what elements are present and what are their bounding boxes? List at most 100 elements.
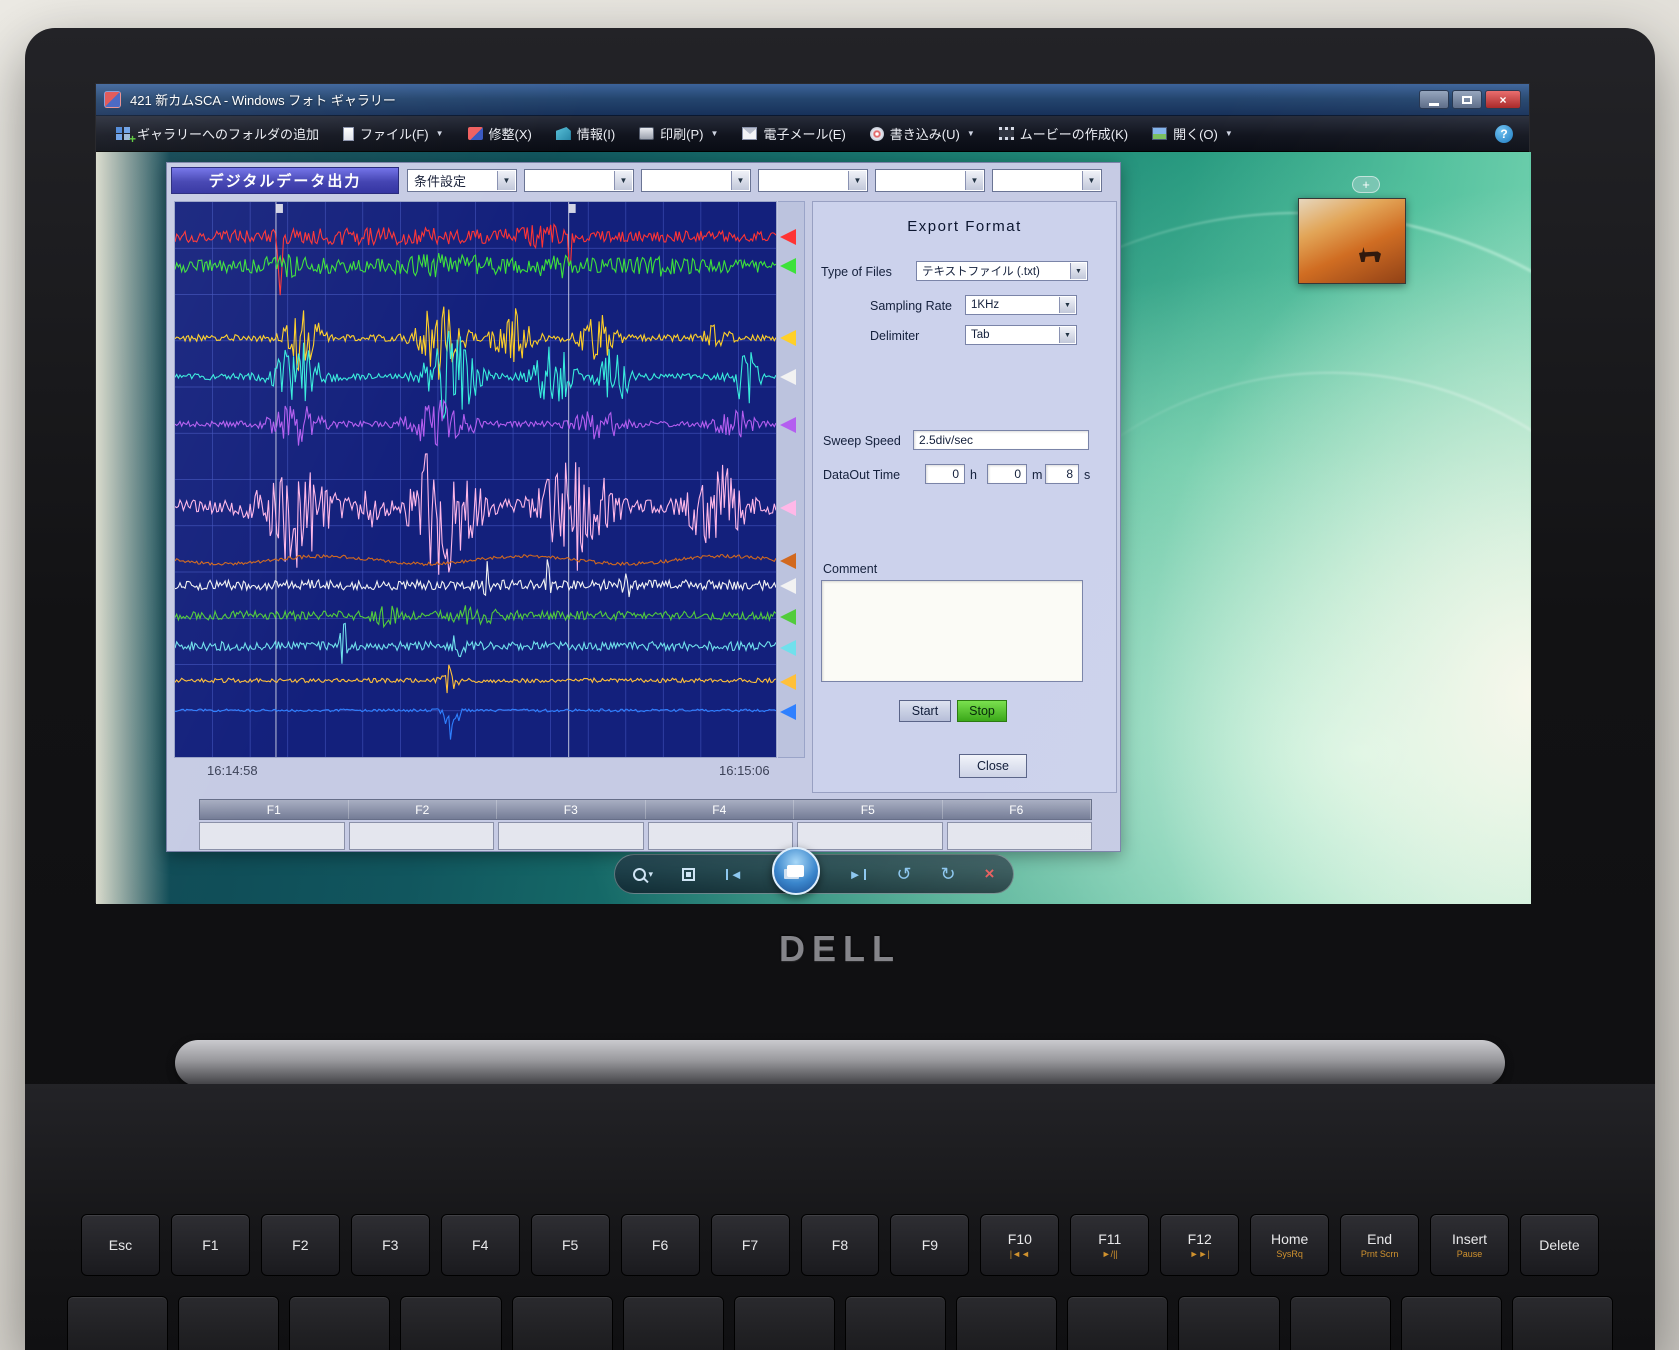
trace-marker[interactable]: [780, 704, 796, 720]
key-f2[interactable]: F2: [261, 1214, 340, 1276]
toolbar-item[interactable]: ファイル(F)▼: [331, 116, 456, 151]
condition-combo[interactable]: 条件設定: [407, 169, 517, 192]
empty-combo[interactable]: [875, 169, 985, 192]
key-partial[interactable]: [178, 1296, 279, 1350]
stop-button[interactable]: Stop: [957, 700, 1007, 722]
trace-marker[interactable]: [780, 609, 796, 625]
trace-marker[interactable]: [780, 674, 796, 690]
fkey-box[interactable]: [947, 822, 1093, 850]
toolbar-item[interactable]: 情報(I): [544, 116, 627, 151]
previous-bar: [726, 869, 728, 880]
key-delete[interactable]: Delete: [1520, 1214, 1599, 1276]
zoom-button[interactable]: ▾: [633, 868, 654, 881]
rotate-right-button[interactable]: ↻: [941, 864, 956, 885]
fkey-box[interactable]: [498, 822, 644, 850]
help-icon[interactable]: ?: [1495, 125, 1513, 143]
key-insert[interactable]: InsertPause: [1430, 1214, 1509, 1276]
toolbar-item-label: 印刷(P): [660, 124, 703, 143]
sampling-rate-label: Sampling Rate: [870, 299, 952, 313]
key-f5[interactable]: F5: [531, 1214, 610, 1276]
fkey-box[interactable]: [648, 822, 794, 850]
trace-marker[interactable]: [780, 640, 796, 656]
key-f1[interactable]: F1: [171, 1214, 250, 1276]
key-f12[interactable]: F12►►|: [1160, 1214, 1239, 1276]
fkey-box[interactable]: [349, 822, 495, 850]
close-button[interactable]: ×: [1485, 90, 1521, 109]
delimiter-select[interactable]: Tab: [965, 325, 1077, 345]
key-partial[interactable]: [289, 1296, 390, 1350]
delete-button[interactable]: ×: [985, 864, 995, 884]
next-button[interactable]: ►: [849, 867, 868, 882]
key-partial[interactable]: [1067, 1296, 1168, 1350]
rotate-left-button[interactable]: ↺: [896, 864, 911, 885]
toolbar-item[interactable]: 印刷(P)▼: [627, 116, 730, 151]
app-title: デジタルデータ出力: [171, 167, 399, 194]
trace-marker[interactable]: [780, 258, 796, 274]
dataout-seconds-input[interactable]: 8: [1045, 464, 1079, 484]
key-f7[interactable]: F7: [711, 1214, 790, 1276]
close-export-button[interactable]: Close: [959, 754, 1027, 778]
key-f4[interactable]: F4: [441, 1214, 520, 1276]
sampling-rate-select[interactable]: 1KHz: [965, 295, 1077, 315]
key-partial[interactable]: [956, 1296, 1057, 1350]
key-partial[interactable]: [1512, 1296, 1613, 1350]
trace-marker[interactable]: [780, 578, 796, 594]
start-time: 16:14:58: [207, 763, 258, 778]
key-home[interactable]: HomeSysRq: [1250, 1214, 1329, 1276]
empty-combo[interactable]: [992, 169, 1102, 192]
trace-marker[interactable]: [780, 500, 796, 516]
start-button[interactable]: Start: [899, 700, 951, 722]
key-partial[interactable]: [512, 1296, 613, 1350]
screen: 421 新カムSCA - Windows フォト ギャラリー × ギャラリーへの…: [95, 83, 1530, 903]
key-end[interactable]: EndPrnt Scrn: [1340, 1214, 1419, 1276]
photo-thumbnail[interactable]: [1298, 198, 1406, 284]
export-format-title: Export Format: [813, 218, 1116, 235]
empty-combo[interactable]: [524, 169, 634, 192]
key-partial[interactable]: [400, 1296, 501, 1350]
trace-marker[interactable]: [780, 417, 796, 433]
key-partial[interactable]: [1178, 1296, 1279, 1350]
key-f9[interactable]: F9: [890, 1214, 969, 1276]
key-partial[interactable]: [1290, 1296, 1391, 1350]
key-partial[interactable]: [734, 1296, 835, 1350]
trace-marker[interactable]: [780, 229, 796, 245]
toolbar-item[interactable]: 書き込み(U)▼: [858, 116, 987, 151]
next-icon: ►: [849, 867, 862, 882]
dropdown-caret-icon: ▼: [436, 129, 444, 138]
movie-icon: [999, 127, 1014, 140]
previous-button[interactable]: ◄: [724, 867, 743, 882]
key-f3[interactable]: F3: [351, 1214, 430, 1276]
actual-size-button[interactable]: [682, 868, 695, 881]
fkey-box[interactable]: [797, 822, 943, 850]
slideshow-button[interactable]: [772, 847, 820, 895]
key-f8[interactable]: F8: [801, 1214, 880, 1276]
toolbar-item[interactable]: ムービーの作成(K): [987, 116, 1140, 151]
fkey-box[interactable]: [199, 822, 345, 850]
key-partial[interactable]: [67, 1296, 168, 1350]
trace-marker[interactable]: [780, 369, 796, 385]
type-of-files-select[interactable]: テキストファイル (.txt): [916, 261, 1088, 281]
key-esc[interactable]: Esc: [81, 1214, 160, 1276]
toolbar-item[interactable]: 電子メール(E): [730, 116, 857, 151]
comment-input[interactable]: [821, 580, 1083, 682]
maximize-button[interactable]: [1452, 90, 1482, 109]
dataout-hours-input[interactable]: 0: [925, 464, 965, 484]
empty-combo[interactable]: [758, 169, 868, 192]
toolbar-item[interactable]: ギャラリーへのフォルダの追加: [104, 116, 331, 151]
trace-marker[interactable]: [780, 553, 796, 569]
toolbar-item[interactable]: 修整(X): [456, 116, 544, 151]
minimize-button[interactable]: [1419, 90, 1449, 109]
zoom-in-button[interactable]: +: [1352, 176, 1380, 193]
key-f10[interactable]: F10|◄◄: [980, 1214, 1059, 1276]
key-f11[interactable]: F11►/||: [1070, 1214, 1149, 1276]
empty-combo[interactable]: [641, 169, 751, 192]
key-partial[interactable]: [623, 1296, 724, 1350]
key-partial[interactable]: [1401, 1296, 1502, 1350]
toolbar-item[interactable]: 開く(O)▼: [1140, 116, 1245, 151]
dataout-minutes-input[interactable]: 0: [987, 464, 1027, 484]
sweep-speed-input[interactable]: 2.5div/sec: [913, 430, 1089, 450]
key-partial[interactable]: [845, 1296, 946, 1350]
dropdown-caret-icon: ▼: [1225, 129, 1233, 138]
trace-marker[interactable]: [780, 330, 796, 346]
key-f6[interactable]: F6: [621, 1214, 700, 1276]
